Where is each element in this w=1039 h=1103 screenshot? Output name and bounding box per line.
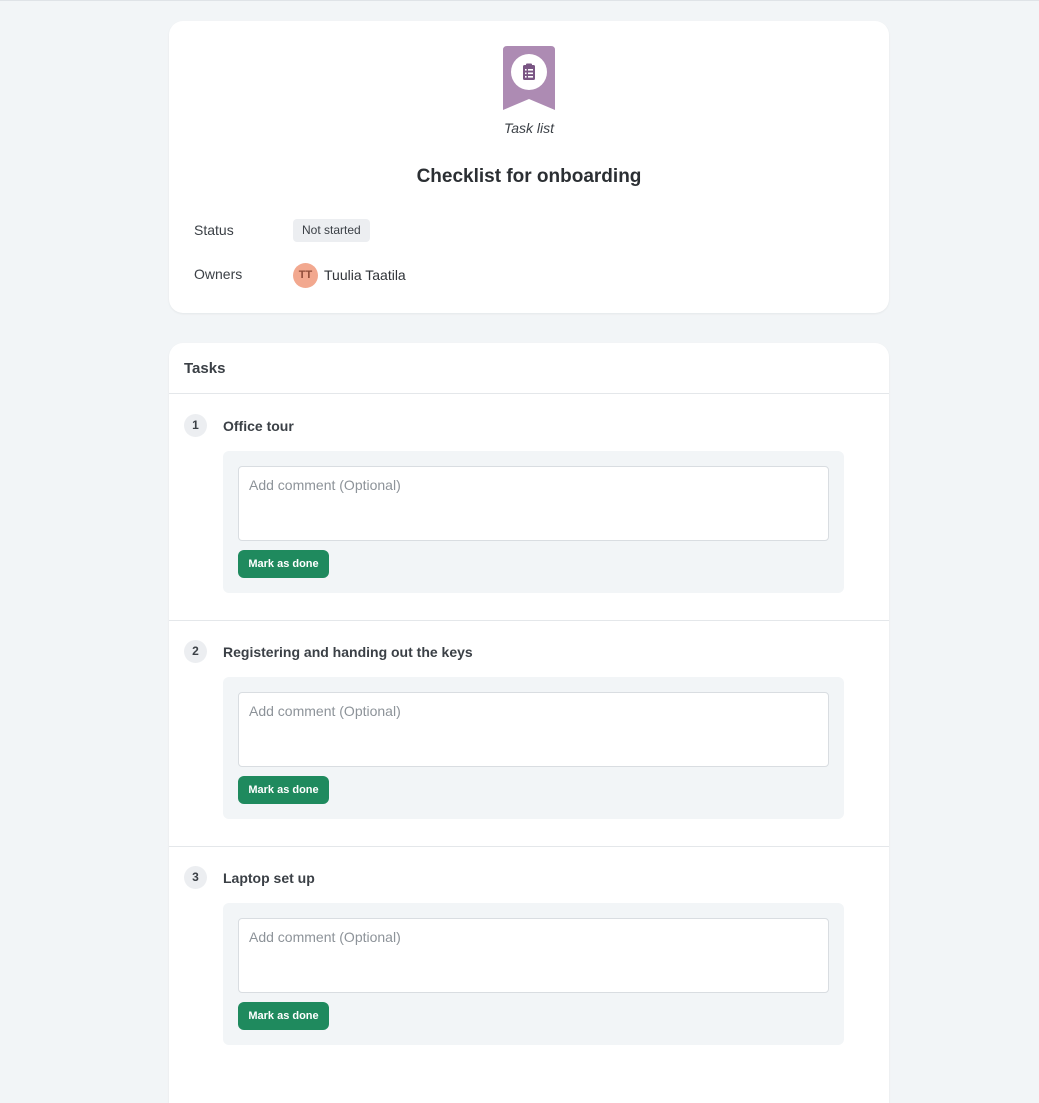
mark-as-done-button[interactable]: Mark as done xyxy=(238,550,329,578)
tasks-card: Tasks 1 Office tour Mark as done 2 Regis… xyxy=(169,343,889,1103)
item-type-label: Task list xyxy=(503,120,555,136)
task-number: 3 xyxy=(184,866,207,889)
mark-as-done-button[interactable]: Mark as done xyxy=(238,776,329,804)
task-number: 1 xyxy=(184,414,207,437)
task-list-header-card: Task list Checklist for onboarding Statu… xyxy=(169,21,889,313)
task-item: 2 Registering and handing out the keys M… xyxy=(169,620,889,847)
task-title: Registering and handing out the keys xyxy=(223,644,473,660)
task-action-panel: Mark as done xyxy=(223,451,844,593)
page-title: Checklist for onboarding xyxy=(416,166,642,187)
owners-label: Owners xyxy=(194,266,243,282)
task-number: 2 xyxy=(184,640,207,663)
task-title: Office tour xyxy=(223,418,294,434)
comment-input[interactable] xyxy=(238,466,829,541)
task-item: 3 Laptop set up Mark as done xyxy=(169,846,889,1072)
task-action-panel: Mark as done xyxy=(223,903,844,1045)
status-badge[interactable]: Not started xyxy=(293,219,370,242)
comment-input[interactable] xyxy=(238,918,829,993)
owner-name[interactable]: Tuulia Taatila xyxy=(324,267,406,283)
mark-as-done-button[interactable]: Mark as done xyxy=(238,1002,329,1030)
tasks-heading: Tasks xyxy=(184,360,226,377)
task-item: 1 Office tour Mark as done xyxy=(169,394,889,621)
clipboard-list-icon xyxy=(503,46,555,110)
status-label: Status xyxy=(194,222,234,238)
avatar[interactable]: TT xyxy=(293,263,318,288)
comment-input[interactable] xyxy=(238,692,829,767)
task-title: Laptop set up xyxy=(223,870,315,886)
task-action-panel: Mark as done xyxy=(223,677,844,819)
